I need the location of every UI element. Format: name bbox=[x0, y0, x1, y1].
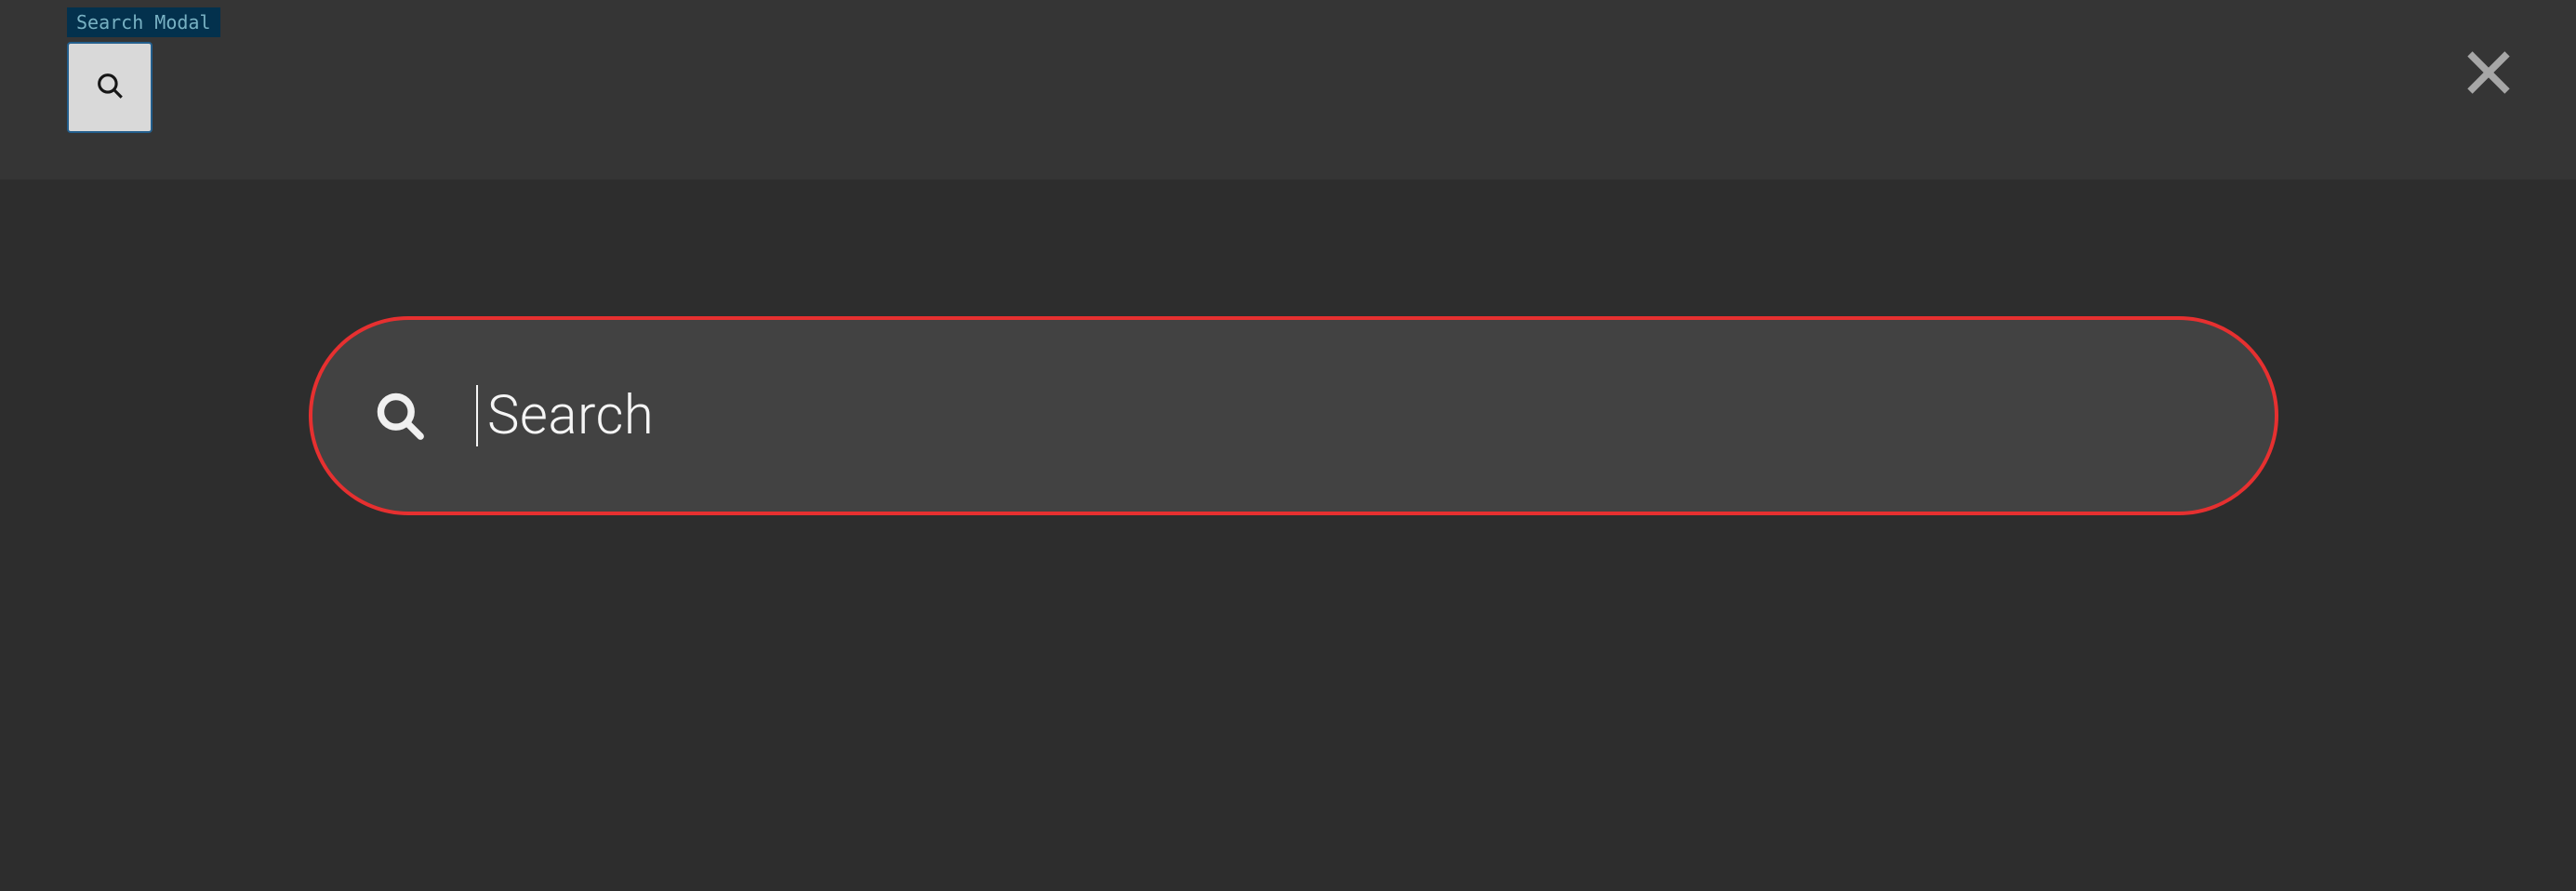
close-icon bbox=[2464, 48, 2513, 100]
modal-overlay[interactable]: Search bbox=[0, 0, 2576, 891]
close-button[interactable] bbox=[2459, 45, 2518, 104]
search-field-container[interactable]: Search bbox=[309, 316, 2278, 515]
viewport: Search Modal bbox=[0, 0, 2576, 891]
